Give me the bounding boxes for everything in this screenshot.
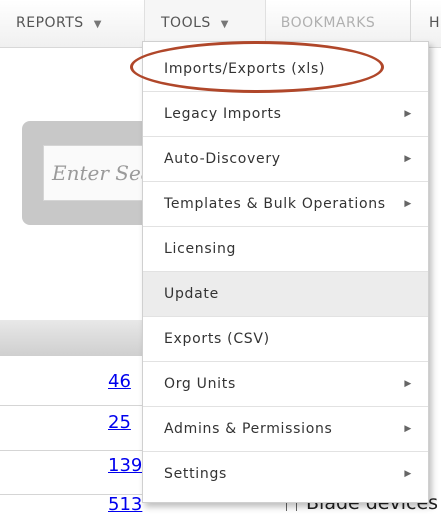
- caret-down-icon: ▼: [93, 19, 102, 30]
- count-link[interactable]: 139: [108, 455, 142, 476]
- chevron-right-icon: ▶: [404, 199, 412, 209]
- menu-item-templates-bulk[interactable]: Templates & Bulk Operations ▶: [143, 182, 428, 227]
- menu-item-admins-permissions[interactable]: Admins & Permissions ▶: [143, 407, 428, 452]
- caret-down-icon: ▼: [220, 19, 229, 30]
- menu-item-update[interactable]: Update: [143, 272, 428, 317]
- nav-next-label: H: [429, 15, 441, 31]
- count-link[interactable]: 25: [108, 412, 131, 433]
- menu-item-org-units[interactable]: Org Units ▶: [143, 362, 428, 407]
- menu-item-label: Templates & Bulk Operations: [164, 196, 386, 212]
- nav-tools-label: TOOLS: [161, 15, 211, 31]
- nav-reports-label: REPORTS: [16, 15, 84, 31]
- table-header: [0, 320, 160, 356]
- search-placeholder: Enter Sea: [52, 161, 153, 185]
- nav-reports[interactable]: REPORTS ▼: [16, 0, 102, 47]
- chevron-right-icon: ▶: [404, 469, 412, 479]
- menu-item-licensing[interactable]: Licensing: [143, 227, 428, 272]
- count-link[interactable]: 46: [108, 371, 131, 392]
- menu-item-auto-discovery[interactable]: Auto-Discovery ▶: [143, 137, 428, 182]
- chevron-right-icon: ▶: [404, 109, 412, 119]
- menu-item-label: Org Units: [164, 376, 236, 392]
- menu-item-label: Admins & Permissions: [164, 421, 333, 437]
- row-divider: [0, 405, 160, 406]
- nav-bookmarks-label: BOOKMARKS: [280, 15, 376, 31]
- menu-item-label: Exports (CSV): [164, 331, 270, 347]
- menu-item-label: Update: [164, 286, 219, 302]
- menu-item-exports-csv[interactable]: Exports (CSV): [143, 317, 428, 362]
- highlight-callout-oval: [130, 41, 384, 93]
- menu-item-settings[interactable]: Settings ▶: [143, 452, 428, 497]
- nav-bookmarks[interactable]: BOOKMARKS: [268, 0, 388, 47]
- search-panel: Enter Sea: [22, 121, 183, 225]
- chevron-right-icon: ▶: [404, 424, 412, 434]
- chevron-right-icon: ▶: [404, 154, 412, 164]
- menu-item-label: Auto-Discovery: [164, 151, 281, 167]
- nav-next-item[interactable]: H: [410, 0, 441, 47]
- chevron-right-icon: ▶: [404, 379, 412, 389]
- count-link[interactable]: 513: [108, 494, 142, 515]
- menu-item-label: Legacy Imports: [164, 106, 282, 122]
- tools-dropdown-menu: Imports/Exports (xls) Legacy Imports ▶ A…: [142, 41, 429, 503]
- menu-item-legacy-imports[interactable]: Legacy Imports ▶: [143, 92, 428, 137]
- nav-tools[interactable]: TOOLS ▼: [144, 0, 266, 47]
- menu-item-label: Settings: [164, 466, 228, 482]
- menu-item-label: Licensing: [164, 241, 237, 257]
- row-divider: [0, 450, 160, 451]
